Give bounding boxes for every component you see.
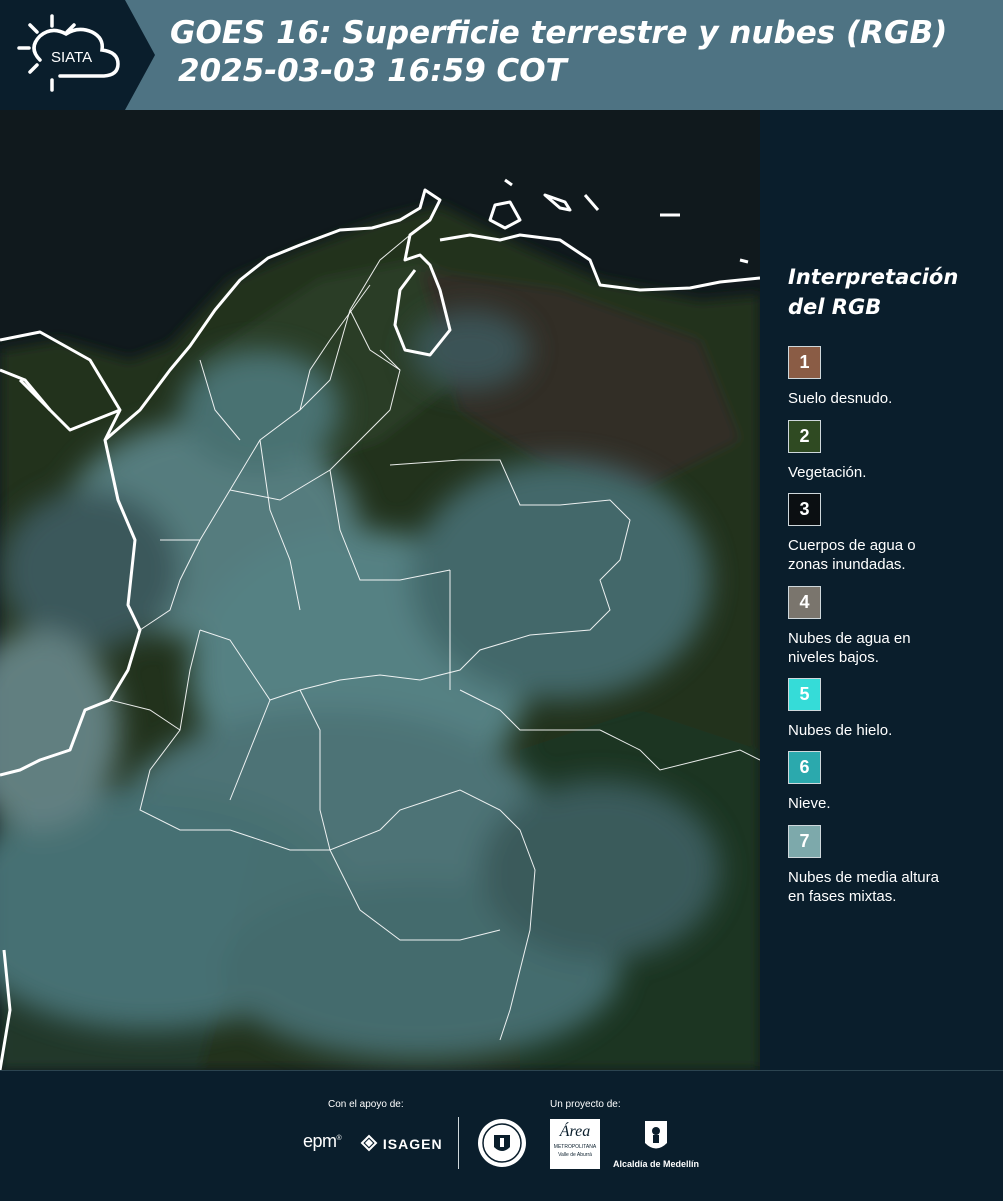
alcaldia-shield-icon xyxy=(645,1121,667,1149)
area-metropolitana-logo: Área METROPOLITANA Valle de Aburrá xyxy=(550,1119,600,1169)
isagen-logo-text: ISAGEN xyxy=(382,1136,443,1152)
legend-label: Suelo desnudo. xyxy=(788,390,893,407)
epm-logo: epm® xyxy=(303,1131,342,1151)
legend-swatch: 2 xyxy=(788,420,821,453)
legend-item-3: 3 Cuerpos de agua o zonas inundadas. xyxy=(788,493,998,574)
support-caption: Con el apoyo de: xyxy=(328,1099,404,1110)
legend-label: Nubes de media altura en fases mixtas. xyxy=(788,869,939,905)
satellite-map xyxy=(0,110,760,1070)
legend-swatch: 4 xyxy=(788,586,821,619)
logo-badge-icon: SIATA xyxy=(0,0,155,110)
satellite-image xyxy=(0,110,760,1070)
footer-divider xyxy=(458,1117,459,1169)
header-bar: SIATA GOES 16: Superficie terrestre y nu… xyxy=(0,0,1003,110)
isagen-mark-icon xyxy=(360,1134,378,1152)
title-line-2: 2025-03-03 16:59 COT xyxy=(178,53,567,89)
legend-label: Nubes de agua en niveles bajos. xyxy=(788,630,911,666)
alcaldia-logo-text: Alcaldía de Medellín xyxy=(613,1159,700,1169)
legend-label: Vegetación. xyxy=(788,464,867,481)
legend-title-line-2: del RGB xyxy=(788,295,882,319)
page-title: GOES 16: Superficie terrestre y nubes (R… xyxy=(170,14,947,90)
legend-item-7: 7 Nubes de media altura en fases mixtas. xyxy=(788,825,998,906)
legend-swatch: 1 xyxy=(788,346,821,379)
title-line-1: GOES 16: Superficie terrestre y nubes (R… xyxy=(170,15,948,51)
legend-item-2: 2 Vegetación. xyxy=(788,420,998,482)
footer-bar: Con el apoyo de: Un proyecto de: epm® IS… xyxy=(0,1070,1003,1201)
legend-label: Nubes de hielo. xyxy=(788,722,893,739)
legend-panel: Interpretación del RGB 1 Suelo desnudo. … xyxy=(760,110,1003,1070)
siata-logo: SIATA xyxy=(0,0,155,110)
legend-item-4: 4 Nubes de agua en niveles bajos. xyxy=(788,586,998,667)
legend-title-line-1: Interpretación xyxy=(788,265,959,289)
project-caption: Un proyecto de: xyxy=(550,1099,621,1110)
legend-item-6: 6 Nieve. xyxy=(788,751,998,813)
area-logo-subtext-2: Valle de Aburrá xyxy=(558,1152,592,1158)
isagen-logo: ISAGEN xyxy=(360,1134,443,1152)
legend-swatch: 5 xyxy=(788,678,821,711)
logo-text: SIATA xyxy=(51,49,92,66)
legend-swatch: 6 xyxy=(788,751,821,784)
legend-label: Cuerpos de agua o zonas inundadas. xyxy=(788,537,916,573)
area-logo-text: Área xyxy=(559,1123,591,1140)
legend-item-5: 5 Nubes de hielo. xyxy=(788,678,998,740)
legend-swatch: 3 xyxy=(788,493,821,526)
legend-swatch: 7 xyxy=(788,825,821,858)
legend-item-1: 1 Suelo desnudo. xyxy=(788,346,998,408)
legend-title: Interpretación del RGB xyxy=(788,262,958,322)
legend-label: Nieve. xyxy=(788,795,831,812)
epm-logo-text: epm xyxy=(303,1131,337,1151)
medellin-seal-icon xyxy=(478,1119,526,1167)
area-logo-subtext: METROPOLITANA xyxy=(553,1144,597,1150)
